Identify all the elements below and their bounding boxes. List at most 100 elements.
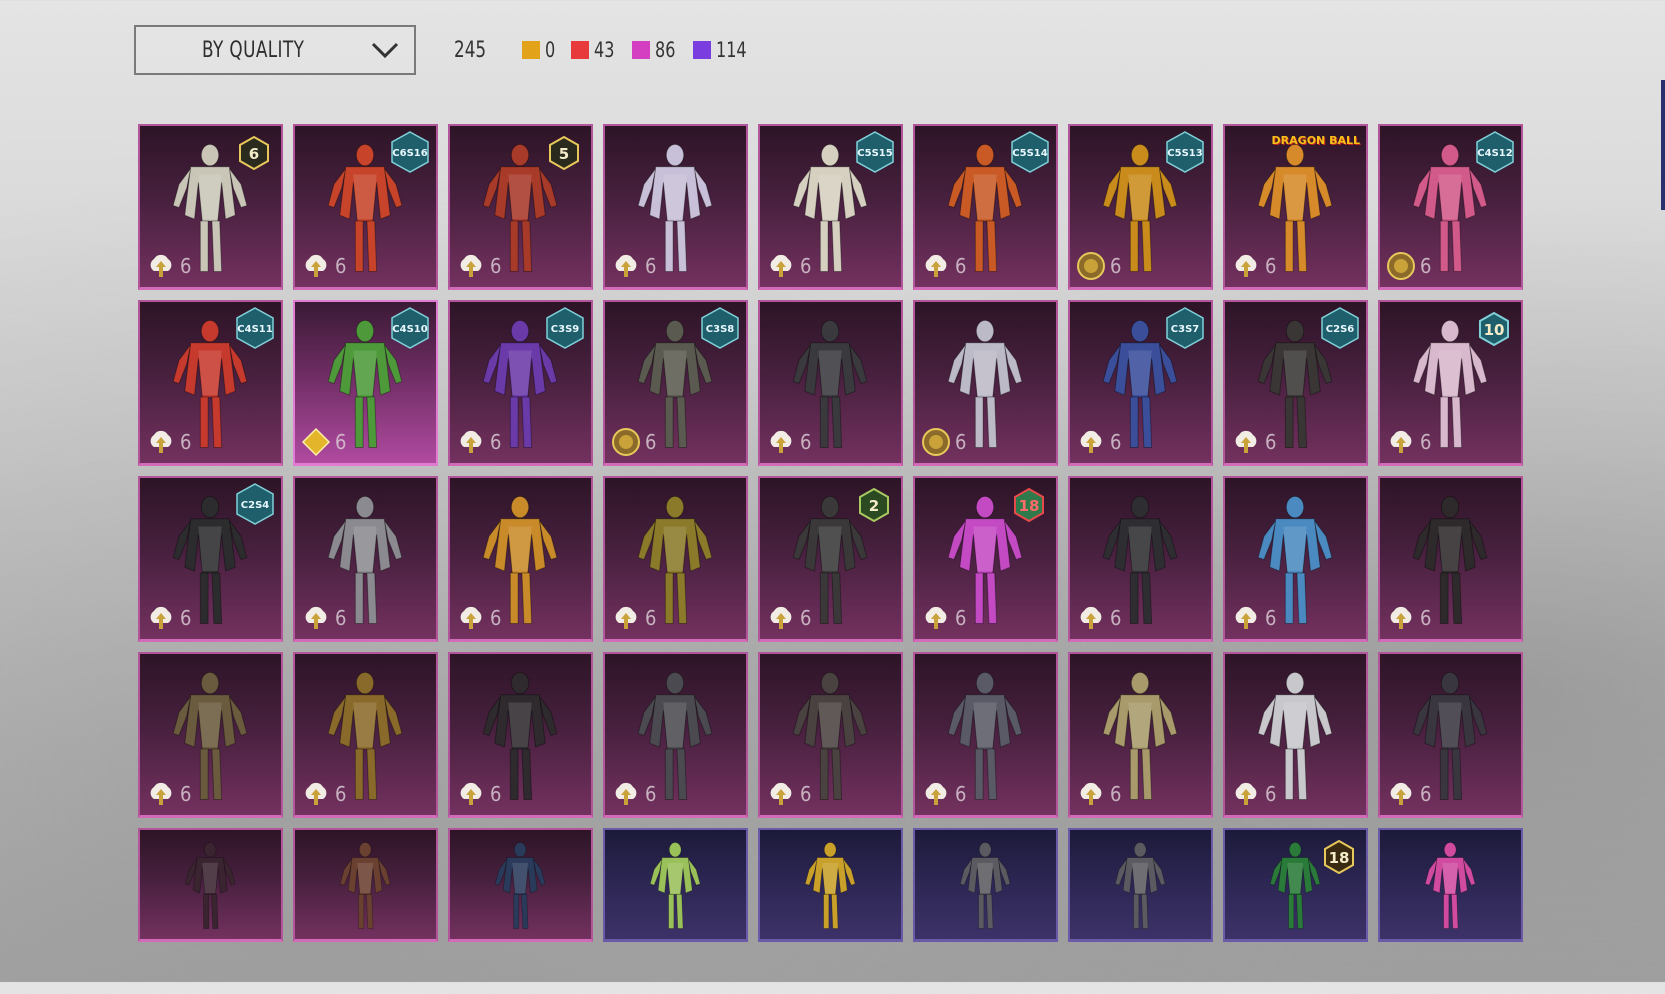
season-badge-label: C5S13 bbox=[1167, 148, 1202, 159]
scroll-indicator[interactable] bbox=[1661, 80, 1665, 210]
tile-count: 6 bbox=[955, 430, 967, 454]
outfit-tile[interactable]: 56 bbox=[448, 124, 593, 290]
legend-count: 43 bbox=[593, 38, 615, 62]
outfit-tile[interactable] bbox=[448, 828, 593, 942]
upgrade-icon bbox=[925, 254, 947, 277]
legend-count: 0 bbox=[544, 38, 556, 62]
outfit-tile[interactable]: 6 bbox=[1223, 476, 1368, 642]
toolbar: BY QUALITY 245 0 43 86 114 bbox=[134, 24, 766, 76]
tile-count: 6 bbox=[1265, 254, 1277, 278]
upgrade-icon bbox=[150, 254, 172, 277]
season-badge: C5S13 bbox=[1166, 131, 1204, 173]
outfit-tile[interactable]: 6 bbox=[913, 652, 1058, 818]
tile-count: 6 bbox=[1420, 430, 1432, 454]
upgrade-icon bbox=[1080, 782, 1102, 805]
upgrade-icon bbox=[150, 430, 172, 453]
outfit-tile[interactable] bbox=[758, 828, 903, 942]
outfit-tile[interactable]: 6 bbox=[603, 124, 748, 290]
outfit-tile[interactable]: 66 bbox=[138, 124, 283, 290]
level-badge-label: 6 bbox=[249, 145, 259, 163]
outfit-tile[interactable]: C2S6 6 bbox=[1223, 300, 1368, 466]
upgrade-icon bbox=[770, 782, 792, 805]
season-badge: C3S7 bbox=[1166, 307, 1204, 349]
outfit-tile[interactable]: C4S12 6 bbox=[1378, 124, 1523, 290]
inventory-grid: 6 6 C6S16 6 5 6 6 C5S15 6 C5S14 6 C5S13 6 DRAGON BALL… bbox=[138, 124, 1523, 994]
outfit-tile[interactable]: C4S11 6 bbox=[138, 300, 283, 466]
outfit-tile[interactable]: 6 bbox=[448, 476, 593, 642]
outfit-tile[interactable]: 6 bbox=[913, 300, 1058, 466]
outfit-image bbox=[184, 842, 236, 929]
sort-dropdown[interactable]: BY QUALITY bbox=[134, 25, 416, 75]
outfit-tile[interactable]: 6 bbox=[448, 652, 593, 818]
outfit-tile[interactable]: 18 bbox=[1223, 828, 1368, 942]
legend-swatch bbox=[631, 41, 650, 59]
outfit-tile[interactable]: C5S14 6 bbox=[913, 124, 1058, 290]
outfit-tile[interactable]: 18 6 bbox=[913, 476, 1058, 642]
outfit-tile[interactable]: C5S13 6 bbox=[1068, 124, 1213, 290]
tile-count: 6 bbox=[1110, 430, 1122, 454]
quality-legend: 0 43 86 114 bbox=[521, 38, 766, 62]
upgrade-icon bbox=[1235, 782, 1257, 805]
outfit-image bbox=[339, 842, 391, 929]
upgrade-icon bbox=[1390, 782, 1412, 805]
season-badge: C5S15 bbox=[856, 131, 894, 173]
outfit-tile[interactable]: C2S4 6 bbox=[138, 476, 283, 642]
tile-count: 6 bbox=[1110, 254, 1122, 278]
tile-footer: 6 bbox=[611, 779, 656, 809]
tile-footer: 6 bbox=[1231, 603, 1276, 633]
legend-count: 86 bbox=[654, 38, 676, 62]
outfit-tile[interactable] bbox=[293, 828, 438, 942]
outfit-tile[interactable]: 6 bbox=[293, 652, 438, 818]
outfit-tile[interactable]: 6 bbox=[758, 652, 903, 818]
outfit-tile[interactable]: C3S7 6 bbox=[1068, 300, 1213, 466]
outfit-tile[interactable] bbox=[1378, 828, 1523, 942]
legend-swatch bbox=[570, 41, 589, 59]
chevron-down-icon bbox=[371, 42, 399, 59]
tile-footer: 6 bbox=[1386, 427, 1431, 457]
tile-footer: 6 bbox=[1076, 427, 1121, 457]
outfit-tile[interactable] bbox=[603, 828, 748, 942]
tile-footer: 6 bbox=[1076, 251, 1121, 281]
outfit-tile[interactable]: C3S9 6 bbox=[448, 300, 593, 466]
tile-count: 6 bbox=[1110, 606, 1122, 630]
tile-count: 6 bbox=[955, 782, 967, 806]
outfit-tile[interactable] bbox=[1068, 828, 1213, 942]
outfit-tile[interactable]: C3S8 6 bbox=[603, 300, 748, 466]
outfit-tile[interactable]: C5S15 6 bbox=[758, 124, 903, 290]
diamond-icon bbox=[301, 427, 331, 457]
outfit-tile[interactable]: 10 6 bbox=[1378, 300, 1523, 466]
outfit-tile[interactable]: C4S10 6 bbox=[293, 300, 438, 466]
outfit-tile[interactable]: 26 bbox=[758, 476, 903, 642]
outfit-tile[interactable]: 6 bbox=[1068, 652, 1213, 818]
outfit-tile[interactable]: 6 bbox=[1068, 476, 1213, 642]
upgrade-icon bbox=[150, 782, 172, 805]
tile-footer: 6 bbox=[1231, 427, 1276, 457]
season-badge: C6S16 bbox=[391, 131, 429, 173]
season-badge: C4S10 bbox=[391, 307, 429, 349]
outfit-tile[interactable]: C6S16 6 bbox=[293, 124, 438, 290]
outfit-tile[interactable]: 6 bbox=[1378, 476, 1523, 642]
upgrade-icon bbox=[770, 606, 792, 629]
upgrade-icon bbox=[615, 782, 637, 805]
outfit-tile[interactable]: DRAGON BALL 6 bbox=[1223, 124, 1368, 290]
season-badge-label: C4S10 bbox=[392, 324, 427, 335]
level-badge: 6 bbox=[239, 136, 269, 170]
upgrade-icon bbox=[925, 782, 947, 805]
outfit-tile[interactable]: 6 bbox=[1378, 652, 1523, 818]
tile-footer: 6 bbox=[1386, 779, 1431, 809]
season-badge: C5S14 bbox=[1011, 131, 1049, 173]
outfit-tile[interactable] bbox=[913, 828, 1058, 942]
coin-icon bbox=[1077, 252, 1105, 280]
outfit-tile[interactable]: 6 bbox=[138, 652, 283, 818]
outfit-tile[interactable] bbox=[138, 828, 283, 942]
season-badge: C3S8 bbox=[701, 307, 739, 349]
outfit-tile[interactable]: 6 bbox=[758, 300, 903, 466]
outfit-tile[interactable]: 6 bbox=[603, 476, 748, 642]
outfit-tile[interactable]: 6 bbox=[603, 652, 748, 818]
tile-count: 6 bbox=[335, 782, 347, 806]
outfit-image bbox=[649, 842, 701, 929]
outfit-tile[interactable]: 6 bbox=[293, 476, 438, 642]
outfit-tile[interactable]: 6 bbox=[1223, 652, 1368, 818]
level-badge: 5 bbox=[549, 136, 579, 170]
tile-footer: 6 bbox=[1076, 603, 1121, 633]
